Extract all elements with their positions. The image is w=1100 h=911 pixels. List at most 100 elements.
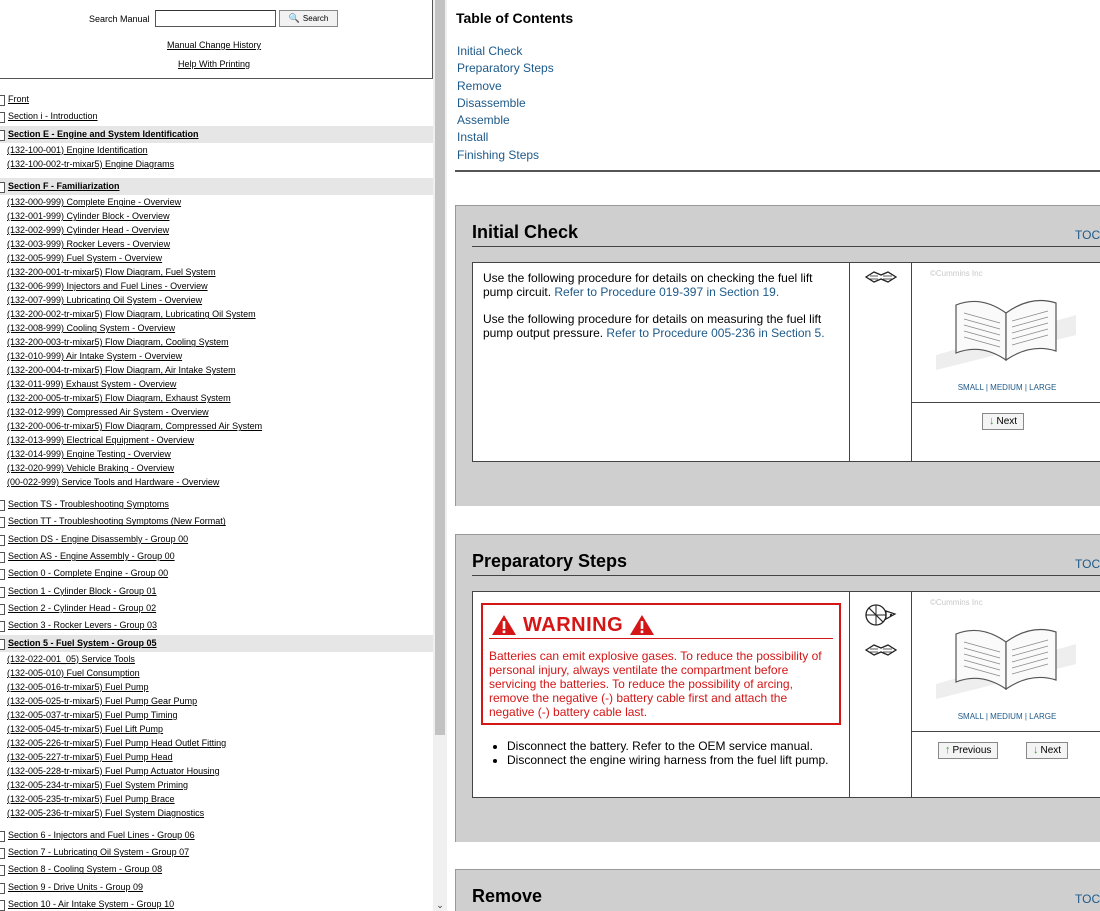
tree-section-link[interactable]: Section 5 - Fuel System - Group 05 bbox=[0, 634, 433, 652]
tree-procedure-link[interactable]: (132-002-999) Cylinder Head - Overview bbox=[0, 223, 433, 237]
manual-change-history-link[interactable]: Manual Change History bbox=[0, 40, 428, 50]
size-large-link[interactable]: LARGE bbox=[1029, 712, 1056, 721]
tree-section-link[interactable]: Section 1 - Cylinder Block - Group 01 bbox=[0, 583, 433, 600]
scroll-down-icon[interactable]: ⌄ bbox=[433, 899, 447, 911]
tree-section-link[interactable]: Section 10 - Air Intake System - Group 1… bbox=[0, 896, 433, 911]
toc-link-install[interactable]: Install bbox=[457, 129, 554, 146]
tree-procedure-link[interactable]: (132-014-999) Engine Testing - Overview bbox=[0, 447, 433, 461]
tree-section-link[interactable]: Section E - Engine and System Identifica… bbox=[0, 125, 433, 143]
step-table: WARNING Batteries can emit explosive gas… bbox=[472, 591, 1100, 798]
search-panel: Search Manual 🔍 Search Manual Change His… bbox=[0, 0, 433, 79]
tree-section-link[interactable]: Section 7 - Lubricating Oil System - Gro… bbox=[0, 844, 433, 861]
tree-procedure-link[interactable]: (132-006-999) Injectors and Fuel Lines -… bbox=[0, 279, 433, 293]
tree-procedure-link[interactable]: (132-200-001-tr-mixar5) Flow Diagram, Fu… bbox=[0, 265, 433, 279]
tree-procedure-link[interactable]: (132-012-999) Compressed Air System - Ov… bbox=[0, 405, 433, 419]
tree-section-link[interactable]: Section 0 - Complete Engine - Group 00 bbox=[0, 565, 433, 582]
size-medium-link[interactable]: MEDIUM bbox=[990, 712, 1022, 721]
manual-reference-icon bbox=[864, 271, 898, 283]
tree-procedure-link[interactable]: (132-011-999) Exhaust System - Overview bbox=[0, 377, 433, 391]
tree-procedure-link[interactable]: (132-005-227-tr-mixar5) Fuel Pump Head bbox=[0, 750, 433, 764]
toc-return-link[interactable]: TOC bbox=[1075, 228, 1100, 242]
tree-procedure-link[interactable]: (132-005-234-tr-mixar5) Fuel System Prim… bbox=[0, 778, 433, 792]
tree-procedure-link[interactable]: (132-007-999) Lubricating Oil System - O… bbox=[0, 293, 433, 307]
toc-return-link[interactable]: TOC bbox=[1075, 892, 1100, 906]
tree-procedure-link[interactable]: (132-013-999) Electrical Equipment - Ove… bbox=[0, 433, 433, 447]
tree-procedure-link[interactable]: (132-020-999) Vehicle Braking - Overview bbox=[0, 461, 433, 475]
tree-section-link[interactable]: Section TS - Troubleshooting Symptoms bbox=[0, 496, 433, 513]
tree-section-link[interactable]: Section 6 - Injectors and Fuel Lines - G… bbox=[0, 827, 433, 844]
tree-procedure-link[interactable]: (132-005-045-tr-mixar5) Fuel Lift Pump bbox=[0, 722, 433, 736]
toc-link-finishing-steps[interactable]: Finishing Steps bbox=[457, 147, 554, 164]
tree-procedure-link[interactable]: (00-022-999) Service Tools and Hardware … bbox=[0, 475, 433, 489]
toc-link-assemble[interactable]: Assemble bbox=[457, 112, 554, 129]
tree-section-link[interactable]: Front bbox=[0, 91, 433, 108]
tree-section-link[interactable]: Section DS - Engine Disassembly - Group … bbox=[0, 531, 433, 548]
tree-procedure-link[interactable]: (132-005-016-tr-mixar5) Fuel Pump bbox=[0, 680, 433, 694]
tree-section-link[interactable]: Section i - Introduction bbox=[0, 108, 433, 125]
list-item: Disconnect the battery. Refer to the OEM… bbox=[507, 739, 839, 753]
down-arrow-icon: ↓ bbox=[989, 415, 995, 427]
toc-link-preparatory-steps[interactable]: Preparatory Steps bbox=[457, 60, 554, 77]
next-button[interactable]: ↓ Next bbox=[982, 413, 1025, 430]
tree-section-link[interactable]: Section 2 - Cylinder Head - Group 02 bbox=[0, 600, 433, 617]
help-with-printing-link[interactable]: Help With Printing bbox=[0, 59, 428, 69]
search-icon: 🔍 bbox=[288, 13, 300, 23]
tree-procedure-link[interactable]: (132-005-226-tr-mixar5) Fuel Pump Head O… bbox=[0, 736, 433, 750]
tree-procedure-link[interactable]: (132-200-005-tr-mixar5) Flow Diagram, Ex… bbox=[0, 391, 433, 405]
tree-procedure-link[interactable]: (132-005-037-tr-mixar5) Fuel Pump Timing bbox=[0, 708, 433, 722]
search-input[interactable] bbox=[155, 10, 276, 27]
tree-procedure-link[interactable]: (132-001-999) Cylinder Block - Overview bbox=[0, 209, 433, 223]
tree-section-link[interactable]: Section AS - Engine Assembly - Group 00 bbox=[0, 548, 433, 565]
tree-section-link[interactable]: Section 8 - Cooling System - Group 08 bbox=[0, 861, 433, 878]
tree-procedure-link[interactable]: (132-000-999) Complete Engine - Overview bbox=[0, 195, 433, 209]
list-item: Disconnect the engine wiring harness fro… bbox=[507, 753, 839, 767]
scrollbar-thumb[interactable] bbox=[435, 0, 445, 735]
toc-link-disassemble[interactable]: Disassemble bbox=[457, 95, 554, 112]
tree-procedure-link[interactable]: (132-100-002-tr-mixar5) Engine Diagrams bbox=[0, 157, 433, 171]
next-button-label: Next bbox=[996, 416, 1018, 427]
size-large-link[interactable]: LARGE bbox=[1029, 383, 1056, 392]
procedure-link[interactable]: Refer to Procedure 005-236 in Section 5. bbox=[606, 326, 824, 340]
warning-triangle-icon bbox=[630, 614, 655, 635]
left-scrollbar[interactable]: ⌄ bbox=[433, 0, 447, 911]
preparatory-steps-section: Preparatory Steps TOC WARNING Batteries … bbox=[455, 534, 1100, 842]
section-title: Remove bbox=[472, 886, 543, 906]
tree-section-link[interactable]: Section 9 - Drive Units - Group 09 bbox=[0, 879, 433, 896]
tree-procedure-link[interactable]: (132-005-228-tr-mixar5) Fuel Pump Actuat… bbox=[0, 764, 433, 778]
next-button[interactable]: ↓ Next bbox=[1026, 742, 1069, 759]
size-small-link[interactable]: SMALL bbox=[958, 383, 984, 392]
tree-procedure-link[interactable]: (132-005-010) Fuel Consumption bbox=[0, 666, 433, 680]
tree-procedure-link[interactable]: (132-008-999) Cooling System - Overview bbox=[0, 321, 433, 335]
search-button[interactable]: 🔍 Search bbox=[279, 10, 338, 27]
tree-procedure-link[interactable]: (132-022-001_05) Service Tools bbox=[0, 652, 433, 666]
tree-procedure-link[interactable]: (132-005-235-tr-mixar5) Fuel Pump Brace bbox=[0, 792, 433, 806]
tree-section-link[interactable]: Section F - Familiarization bbox=[0, 177, 433, 196]
tree-section-link[interactable]: Section 3 - Rocker Levers - Group 03 bbox=[0, 617, 433, 634]
step-icons bbox=[850, 592, 912, 797]
tree-procedure-link[interactable]: (132-005-236-tr-mixar5) Fuel System Diag… bbox=[0, 806, 433, 820]
toc-link-initial-check[interactable]: Initial Check bbox=[457, 43, 554, 60]
tree-procedure-link[interactable]: (132-200-002-tr-mixar5) Flow Diagram, Lu… bbox=[0, 307, 433, 321]
tree-procedure-link[interactable]: (132-003-999) Rocker Levers - Overview bbox=[0, 237, 433, 251]
toc-link-remove[interactable]: Remove bbox=[457, 78, 554, 95]
size-medium-link[interactable]: MEDIUM bbox=[990, 383, 1022, 392]
procedure-link[interactable]: Refer to Procedure 019-397 in Section 19… bbox=[554, 285, 779, 299]
previous-button[interactable]: ↑ Previous bbox=[938, 742, 999, 759]
step-icons bbox=[850, 263, 912, 461]
size-small-link[interactable]: SMALL bbox=[958, 712, 984, 721]
tree-procedure-link[interactable]: (132-200-006-tr-mixar5) Flow Diagram, Co… bbox=[0, 419, 433, 433]
step-text: Use the following procedure for details … bbox=[473, 263, 850, 461]
warning-text: Batteries can emit explosive gases. To r… bbox=[489, 649, 822, 719]
tree-procedure-link[interactable]: (132-005-999) Fuel System - Overview bbox=[0, 251, 433, 265]
tree-section-link[interactable]: Section TT - Troubleshooting Symptoms (N… bbox=[0, 513, 433, 530]
toc-title: Table of Contents bbox=[456, 10, 574, 26]
toc-return-link[interactable]: TOC bbox=[1075, 557, 1100, 571]
tree-procedure-link[interactable]: (132-200-004-tr-mixar5) Flow Diagram, Ai… bbox=[0, 363, 433, 377]
tree-procedure-link[interactable]: (132-010-999) Air Intake System - Overvi… bbox=[0, 349, 433, 363]
nav-buttons: ↓ Next bbox=[912, 403, 1100, 461]
search-button-label: Search bbox=[302, 14, 329, 23]
tree-procedure-link[interactable]: (132-005-025-tr-mixar5) Fuel Pump Gear P… bbox=[0, 694, 433, 708]
tree-procedure-link[interactable]: (132-200-003-tr-mixar5) Flow Diagram, Co… bbox=[0, 335, 433, 349]
tree-procedure-link[interactable]: (132-100-001) Engine Identification bbox=[0, 143, 433, 157]
